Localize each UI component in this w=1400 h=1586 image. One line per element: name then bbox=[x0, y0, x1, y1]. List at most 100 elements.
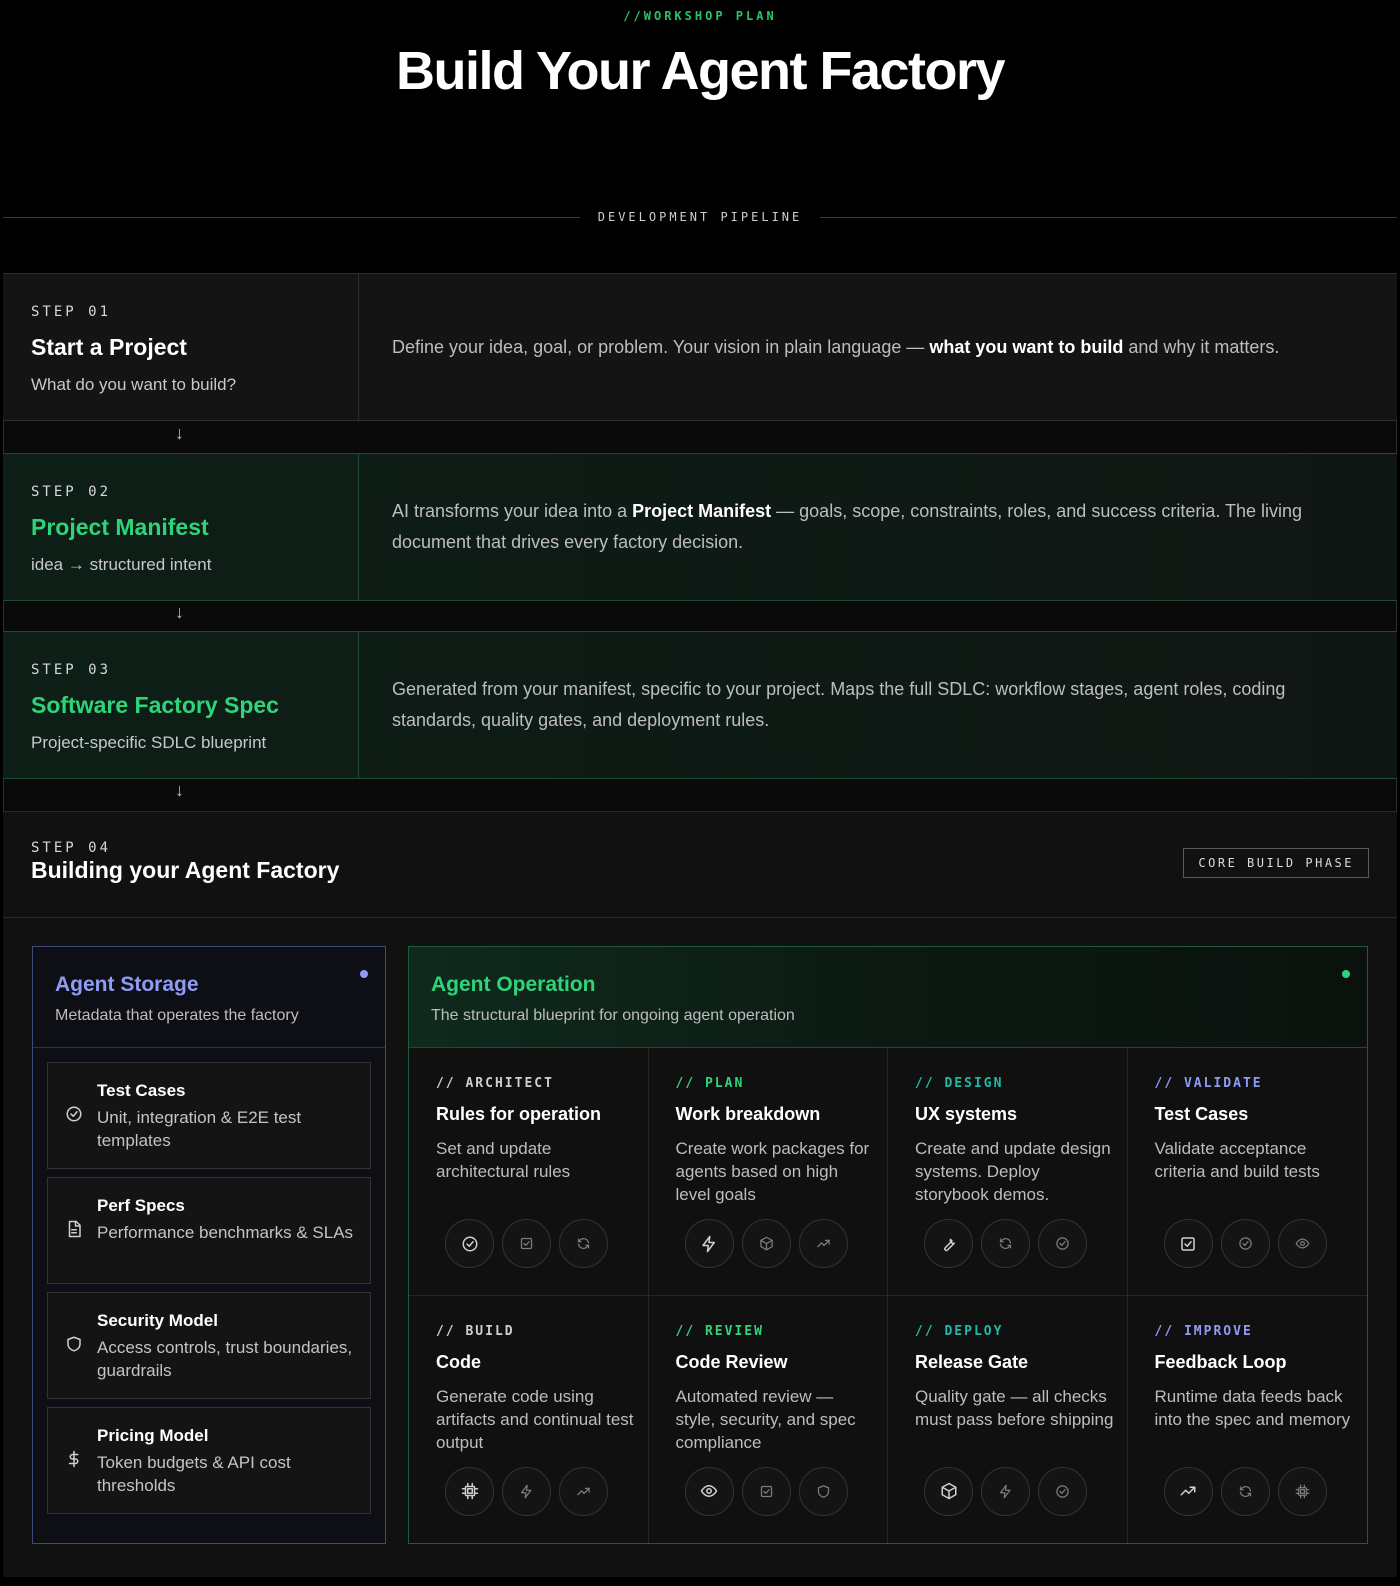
refresh-icon[interactable] bbox=[1220, 1466, 1270, 1516]
cell-icon-row bbox=[684, 1466, 848, 1516]
trend-icon[interactable] bbox=[559, 1466, 608, 1516]
cell-description: Validate acceptance criteria and build t… bbox=[1154, 1139, 1320, 1181]
agent-operation-panel: Agent Operation The structural blueprint… bbox=[408, 946, 1368, 1544]
checkbox-icon[interactable] bbox=[741, 1466, 791, 1516]
cell-tag: // DEPLOY bbox=[915, 1323, 1004, 1339]
storage-card[interactable]: Security Model Access controls, trust bou… bbox=[47, 1292, 371, 1399]
panel-subtitle: Metadata that operates the factory bbox=[55, 1007, 299, 1024]
cell-title: Release Gate bbox=[915, 1351, 1029, 1372]
step-number: STEP 03 bbox=[31, 662, 112, 678]
cell-description: Runtime data feeds back into the spec an… bbox=[1154, 1386, 1351, 1429]
step-title: Software Factory Spec bbox=[31, 692, 279, 718]
chip-icon[interactable] bbox=[445, 1466, 494, 1516]
bolt-icon[interactable] bbox=[684, 1219, 734, 1268]
eye-icon[interactable] bbox=[684, 1466, 734, 1516]
eye-icon[interactable] bbox=[1277, 1219, 1327, 1268]
bolt-icon[interactable] bbox=[502, 1466, 551, 1516]
panel-subtitle: The structural blueprint for ongoing age… bbox=[431, 1007, 795, 1024]
card-description: Access controls, trust boundaries, guard… bbox=[97, 1338, 353, 1380]
down-arrow-icon: ↓ bbox=[175, 780, 184, 800]
refresh-icon[interactable] bbox=[559, 1219, 608, 1268]
step-subtitle: Project-specific SDLC blueprint bbox=[31, 733, 267, 752]
panel-title: Agent Storage bbox=[55, 973, 199, 996]
step-01: STEP 01 Start a Project What do you want… bbox=[3, 273, 1397, 421]
step-03: STEP 03 Software Factory Spec Project-sp… bbox=[3, 631, 1397, 779]
page-title: Build Your Agent Factory bbox=[395, 41, 1006, 101]
cell-title: Code Review bbox=[675, 1351, 788, 1372]
cell-description: Quality gate — all checks must pass befo… bbox=[915, 1386, 1114, 1429]
cell-title: Test Cases bbox=[1154, 1104, 1249, 1124]
cube-icon[interactable] bbox=[924, 1466, 973, 1516]
operation-cell: // ARCHITECT Rules for operation Set and u… bbox=[409, 1048, 649, 1296]
storage-card[interactable]: Pricing Model Token budgets & API cost th… bbox=[47, 1407, 371, 1514]
operation-cell: // IMPROVE Feedback Loop Runtime data feed… bbox=[1127, 1295, 1367, 1543]
operation-cell: // PLAN Work breakdown Create work package… bbox=[648, 1048, 888, 1296]
shield-icon bbox=[65, 1335, 83, 1353]
cell-icon-row bbox=[924, 1466, 1087, 1516]
step-header: STEP 02 Project Manifest idea → structur… bbox=[3, 454, 359, 600]
checkbox-icon[interactable] bbox=[502, 1219, 551, 1268]
step-04: STEP 04 Building your Agent Factory CORE… bbox=[3, 811, 1397, 1577]
cube-icon[interactable] bbox=[741, 1219, 791, 1268]
check-circle-icon bbox=[65, 1105, 83, 1123]
cell-description: Generate code using artifacts and contin… bbox=[436, 1386, 634, 1452]
trend-icon[interactable] bbox=[1163, 1466, 1213, 1516]
down-arrow-icon: ↓ bbox=[175, 602, 184, 622]
trend-icon[interactable] bbox=[798, 1219, 848, 1268]
cell-title: Rules for operation bbox=[436, 1104, 602, 1124]
check-circle-icon[interactable] bbox=[1038, 1466, 1087, 1516]
step-number: STEP 01 bbox=[31, 304, 112, 320]
card-description: Token budgets & API cost thresholds bbox=[97, 1453, 291, 1495]
cell-icon-row bbox=[924, 1219, 1087, 1268]
card-title: Security Model bbox=[97, 1311, 218, 1330]
step-title: Start a Project bbox=[31, 334, 187, 360]
check-circle-icon[interactable] bbox=[445, 1219, 494, 1268]
cell-tag: // PLAN bbox=[675, 1076, 745, 1091]
operation-cell: // REVIEW Code Review Automated review — s… bbox=[648, 1295, 888, 1543]
pipeline-label: DEVELOPMENT PIPELINE bbox=[597, 210, 803, 224]
operation-grid: // ARCHITECT Rules for operation Set and u… bbox=[409, 1048, 1367, 1543]
storage-card[interactable]: Test Cases Unit, integration & E2E test t… bbox=[47, 1062, 371, 1169]
step-header: STEP 03 Software Factory Spec Project-sp… bbox=[3, 632, 359, 778]
cell-icon-row bbox=[445, 1466, 608, 1516]
status-dot bbox=[1342, 970, 1350, 978]
card-title: Pricing Model bbox=[97, 1426, 209, 1445]
chip-icon[interactable] bbox=[1277, 1466, 1327, 1516]
check-circle-icon[interactable] bbox=[1220, 1219, 1270, 1268]
cell-title: Work breakdown bbox=[675, 1104, 821, 1124]
agent-storage-panel: Agent Storage Metadata that operates the… bbox=[32, 946, 386, 1544]
cell-tag: // BUILD bbox=[436, 1323, 515, 1339]
card-description: Unit, integration & E2E test templates bbox=[97, 1108, 302, 1150]
cell-title: Code bbox=[436, 1351, 481, 1372]
cell-tag: // DESIGN bbox=[915, 1076, 1004, 1091]
step-header: STEP 01 Start a Project What do you want… bbox=[3, 274, 359, 420]
phase-badge: CORE BUILD PHASE bbox=[1183, 848, 1369, 878]
card-description: Performance benchmarks & SLAs bbox=[97, 1223, 354, 1242]
step-subtitle: What do you want to build? bbox=[31, 375, 237, 394]
cell-description: Automated review — style, security, and … bbox=[675, 1386, 856, 1452]
cell-description: Create work packages for agents based on… bbox=[675, 1139, 870, 1204]
cell-title: UX systems bbox=[915, 1104, 1018, 1124]
cell-icon-row bbox=[1163, 1219, 1327, 1268]
cell-title: Feedback Loop bbox=[1154, 1351, 1287, 1372]
step-header: STEP 04 Building your Agent Factory CORE… bbox=[3, 812, 1397, 918]
panel-title: Agent Operation bbox=[431, 973, 596, 996]
dollar-icon bbox=[65, 1450, 83, 1468]
wrench-icon[interactable] bbox=[924, 1219, 973, 1268]
step-title: Building your Agent Factory bbox=[31, 857, 340, 883]
bolt-icon[interactable] bbox=[981, 1466, 1030, 1516]
card-title: Test Cases bbox=[97, 1081, 186, 1100]
operation-cell: // BUILD Code Generate code using artifact… bbox=[409, 1295, 649, 1543]
divider-line bbox=[820, 216, 1397, 218]
operation-cell: // DEPLOY Release Gate Quality gate — all … bbox=[888, 1295, 1128, 1543]
storage-card[interactable]: Perf Specs Performance benchmarks & SLAs bbox=[47, 1177, 371, 1284]
step-description: Define your idea, goal, or problem. Your… bbox=[392, 336, 1280, 357]
operation-cell: // VALIDATE Test Cases Validate acceptance… bbox=[1127, 1048, 1367, 1296]
step-02: STEP 02 Project Manifest idea → structur… bbox=[3, 453, 1397, 601]
shield-icon[interactable] bbox=[798, 1466, 848, 1516]
check-circle-icon[interactable] bbox=[1038, 1219, 1087, 1268]
step-description: Generated from your manifest, specific t… bbox=[392, 679, 1286, 730]
cell-icon-row bbox=[1163, 1466, 1327, 1516]
checkbox-icon[interactable] bbox=[1163, 1219, 1213, 1268]
refresh-icon[interactable] bbox=[981, 1219, 1030, 1268]
